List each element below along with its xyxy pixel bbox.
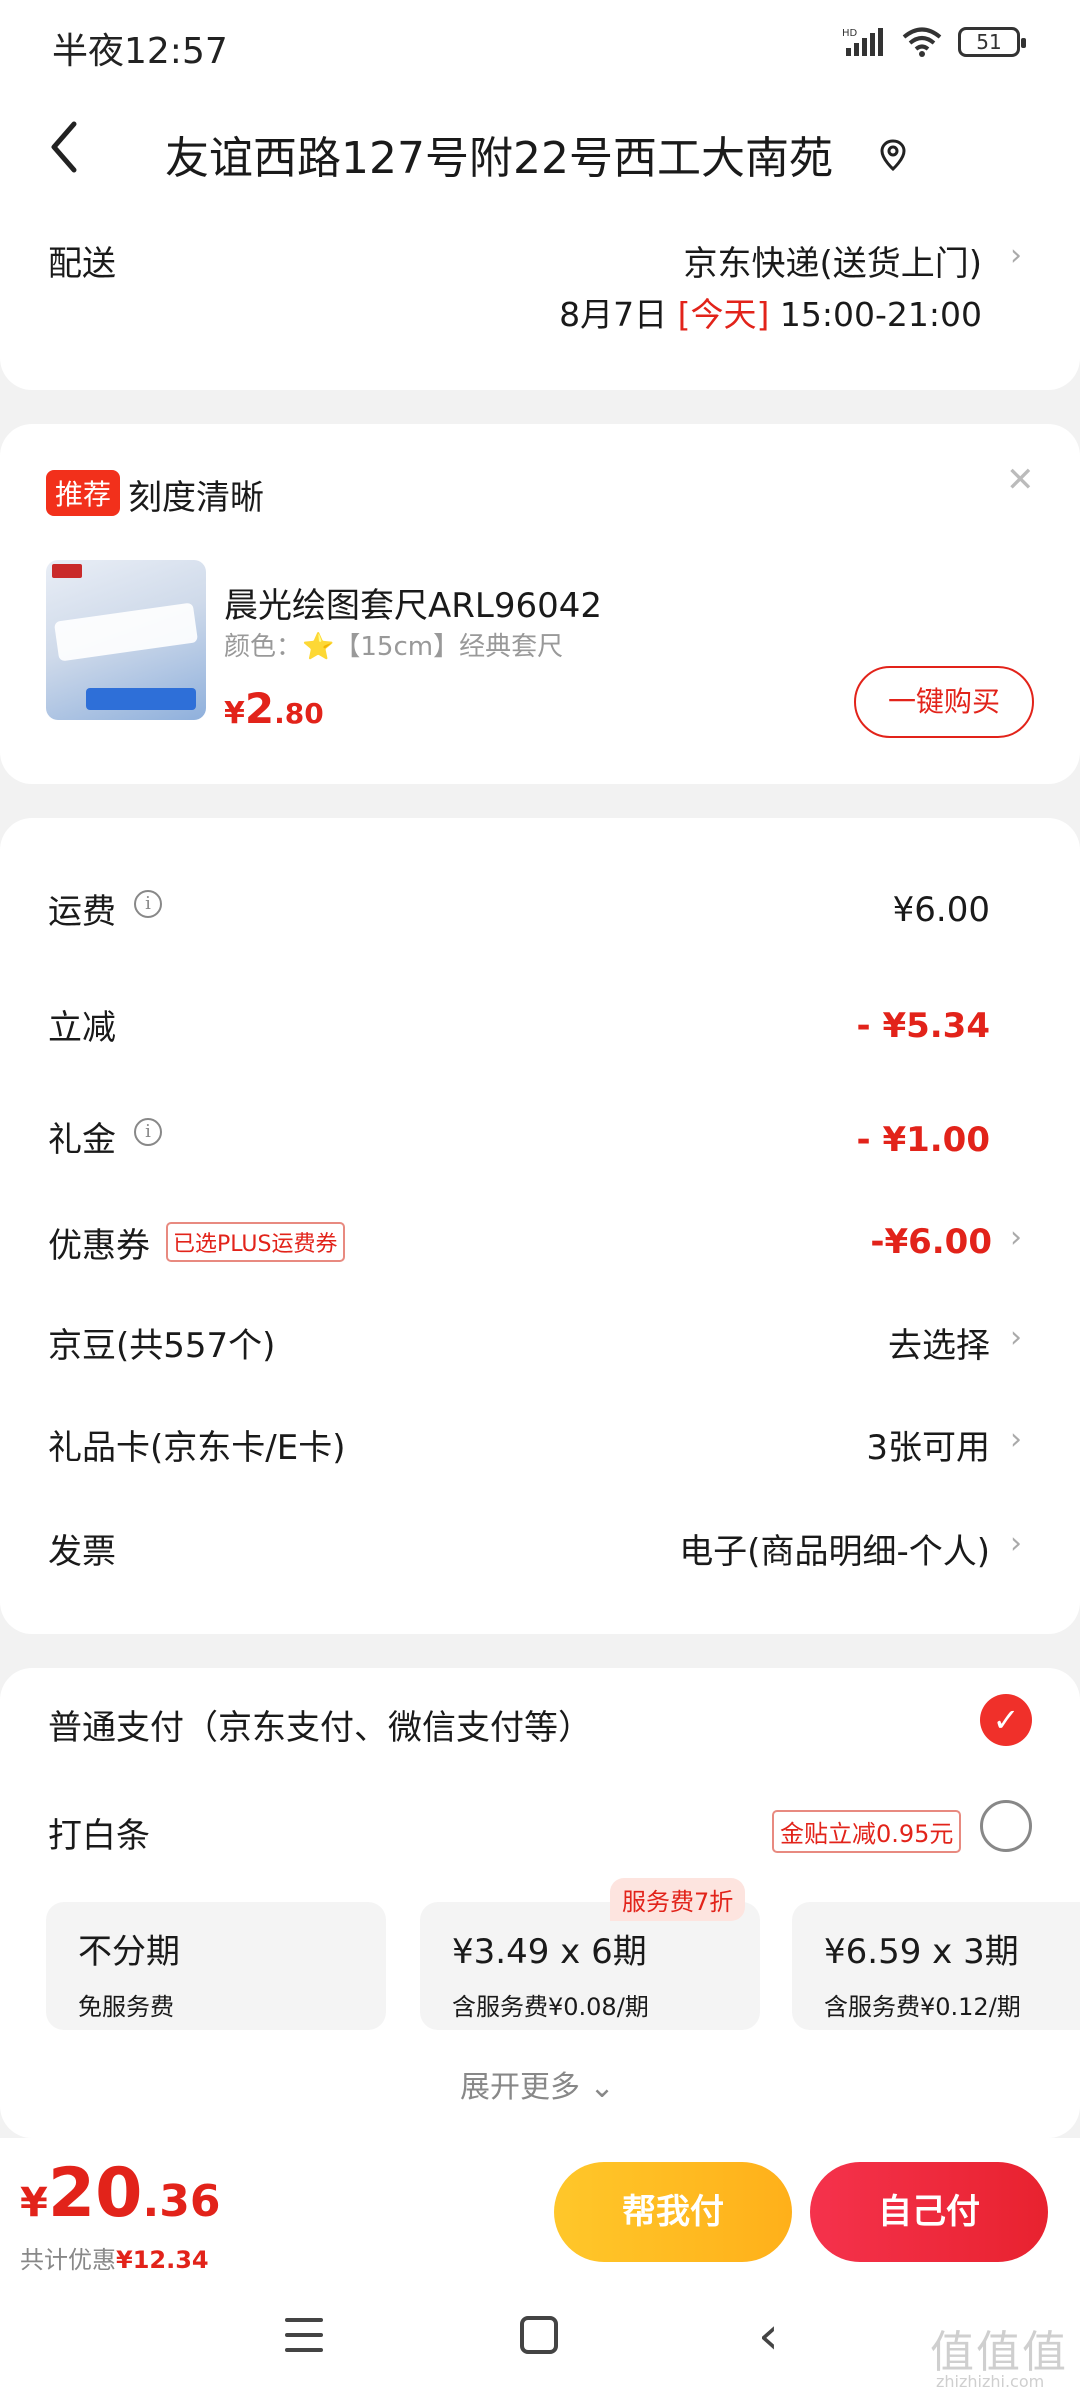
tile-title: ¥6.59 x 3期 [824, 1932, 1019, 1972]
tile-sub: 含服务费¥0.12/期 [824, 1993, 1021, 2021]
back-icon[interactable]: ‹ [758, 2306, 779, 2366]
svg-text:HD: HD [842, 28, 858, 39]
coupon-value[interactable]: -¥6.00 [870, 1222, 992, 1262]
watermark-domain: zhizhizhi.com [936, 2372, 1045, 2391]
installment-tile-3[interactable]: ¥6.59 x 3期 含服务费¥0.12/期 [792, 1902, 1080, 2030]
battery-icon: 51 [958, 27, 1026, 57]
close-icon[interactable]: ✕ [1006, 460, 1035, 500]
wifi-icon [902, 27, 942, 57]
delivery-label: 配送 [48, 244, 116, 284]
expand-more-link[interactable]: 展开更多 ⌄ [460, 2062, 615, 2106]
discount-label: 立减 [48, 1008, 116, 1048]
discount-value: - ¥5.34 [856, 1006, 991, 1046]
subsidy-tag: 金贴立减0.95元 [772, 1810, 962, 1853]
cash-gift-label: 礼金 [48, 1120, 116, 1160]
baitiao-label[interactable]: 打白条 [48, 1808, 150, 1857]
tile-title: ¥3.49 x 6期 [452, 1932, 647, 1972]
signal-icon: HD [842, 28, 883, 56]
recommend-title: 刻度清晰 [128, 478, 264, 518]
delivery-date: 8月7日 [559, 295, 668, 334]
installment-tile-none[interactable]: 不分期 免服务费 [46, 1902, 386, 2030]
status-icons: HD 51 [842, 26, 1026, 58]
cash-gift-value: - ¥1.00 [856, 1120, 991, 1160]
product-thumbnail[interactable] [46, 560, 206, 720]
delivery-time[interactable]: 8月7日 [今天] 15:00-21:00 [559, 288, 982, 336]
total-dec: .36 [142, 2176, 221, 2227]
product-spec: 颜色：⭐【15cm】经典套尺 [224, 632, 564, 662]
radio-button[interactable] [980, 1800, 1032, 1852]
total-int: 20 [47, 2154, 143, 2233]
normal-pay-label[interactable]: 普通支付（京东支付、微信支付等） [48, 1700, 592, 1749]
installment-tile-6[interactable]: ¥3.49 x 6期 含服务费¥0.08/期 [420, 1902, 760, 2030]
status-time: 半夜12:57 [52, 31, 228, 72]
delivery-address[interactable]: 友谊西路127号附22号西工大南苑 [165, 122, 833, 186]
tile-sub: 免服务费 [78, 1993, 174, 2021]
total-price: ¥20.36 [20, 2154, 220, 2233]
product-name[interactable]: 晨光绘图套尺ARL96042 [224, 578, 602, 627]
menu-icon[interactable] [285, 2318, 323, 2352]
shipping-label: 运费 [48, 892, 116, 932]
shipping-value: ¥6.00 [892, 890, 990, 930]
tile-title: 不分期 [78, 1932, 180, 1972]
chevron-right-icon[interactable]: › [1010, 238, 1022, 273]
delivery-method[interactable]: 京东快递(送货上门) [683, 236, 982, 285]
location-pin-icon[interactable] [876, 138, 910, 172]
invoice-value[interactable]: 电子(商品明细-个人) [679, 1524, 990, 1573]
chevron-left-icon [51, 121, 77, 173]
one-click-buy-button[interactable]: 一键购买 [854, 666, 1034, 738]
self-pay-button[interactable]: 自己付 [810, 2162, 1048, 2262]
jingdou-label: 京豆(共557个) [48, 1326, 276, 1366]
jingdou-value[interactable]: 去选择 [888, 1318, 990, 1367]
chevron-right-icon[interactable]: › [1010, 1526, 1022, 1561]
recommend-badge: 推荐 [46, 470, 121, 516]
tile-sub: 含服务费¥0.08/期 [452, 1993, 649, 2021]
info-icon[interactable]: i [134, 890, 162, 918]
saved-value: ¥12.34 [116, 2246, 209, 2274]
price-dec: .80 [274, 697, 324, 730]
total-saved: 共计优惠¥12.34 [20, 2240, 209, 2275]
saved-prefix: 共计优惠 [20, 2246, 116, 2274]
delivery-today: [今天] [677, 295, 770, 334]
service-fee-badge: 服务费7折 [610, 1878, 746, 1921]
watermark: 值值值 [930, 2327, 1068, 2378]
delivery-window: 15:00-21:00 [779, 295, 982, 334]
product-price: ¥2.80 [224, 684, 324, 733]
home-icon[interactable] [520, 2316, 558, 2354]
coupon-label: 优惠券 [48, 1226, 150, 1266]
help-pay-button[interactable]: 帮我付 [554, 2162, 792, 2262]
price-currency: ¥ [224, 696, 245, 731]
chevron-right-icon[interactable]: › [1010, 1320, 1022, 1355]
chevron-right-icon[interactable]: › [1010, 1422, 1022, 1457]
coupon-tag: 已选PLUS运费券 [166, 1222, 345, 1262]
invoice-label: 发票 [48, 1532, 116, 1572]
chevron-right-icon[interactable]: › [1010, 1220, 1022, 1255]
giftcard-label: 礼品卡(京东卡/E卡) [48, 1428, 346, 1468]
back-button[interactable] [48, 120, 98, 190]
price-int: 2 [244, 684, 275, 733]
check-icon[interactable]: ✓ [980, 1694, 1032, 1746]
giftcard-value[interactable]: 3张可用 [866, 1420, 990, 1469]
total-currency: ¥ [20, 2180, 48, 2226]
info-icon[interactable]: i [134, 1118, 162, 1146]
